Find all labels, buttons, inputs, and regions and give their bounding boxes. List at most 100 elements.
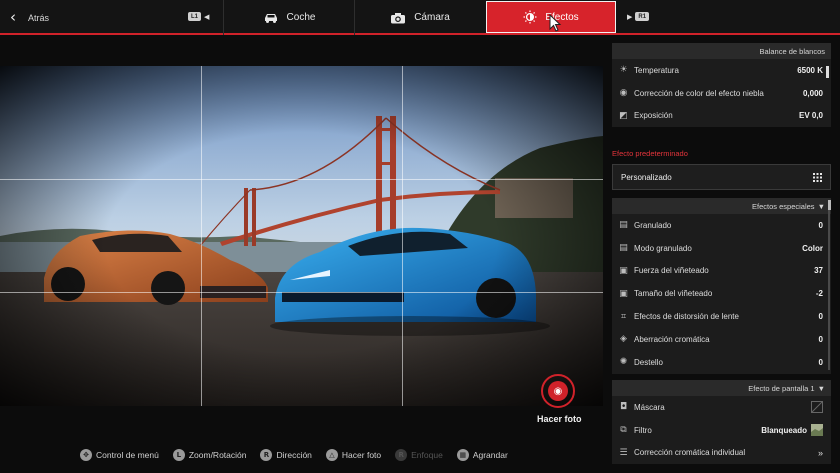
setting-row-chromatic-aberration[interactable]: ◈ Aberración cromática 0 <box>612 328 831 351</box>
back-label: Atrás <box>28 12 50 23</box>
r1-button-icon: R1 <box>635 12 650 21</box>
setting-label: Destello <box>634 357 663 367</box>
setting-row-vignette-strength[interactable]: ▣ Fuerza del viñeteado 37 <box>612 260 831 283</box>
mask-icon: ◘ <box>619 402 628 413</box>
hint-label: Dirección <box>276 450 312 460</box>
tab-label: Cámara <box>414 12 450 23</box>
r1-shortcut[interactable]: ▶ R1 <box>627 12 650 21</box>
shutter-icon: ◉ <box>548 381 568 401</box>
setting-row-color-correction[interactable]: ☰ Corrección cromática individual » <box>612 442 831 465</box>
top-nav-bar: ‹ Atrás L1 ◀ Coche Cámara Efectos ▶ R1 <box>0 0 840 35</box>
setting-value: Blanqueado <box>761 425 807 435</box>
setting-value: EV 0,0 <box>798 111 823 121</box>
tab-coche[interactable]: Coche <box>224 0 354 35</box>
setting-label: Filtro <box>634 425 652 435</box>
filter-thumbnail-icon <box>811 424 823 437</box>
setting-value: 6500 K <box>797 65 823 75</box>
setting-row-filter[interactable]: ⧉ Filtro Blanqueado <box>612 419 831 442</box>
controller-hints: ✥ Control de menú L Zoom/Rotación R Dire… <box>80 449 522 461</box>
setting-row-vignette-size[interactable]: ▣ Tamaño del viñeteado -2 <box>612 282 831 305</box>
flare-icon: ✺ <box>619 357 628 368</box>
vignette-icon: ▣ <box>619 265 628 276</box>
setting-row-flare[interactable]: ✺ Destello 0 <box>612 351 831 374</box>
brightness-icon <box>523 10 537 24</box>
hint-menu-control: ✥ Control de menú <box>80 449 159 461</box>
setting-label: Efectos de distorsión de lente <box>634 312 739 322</box>
back-button[interactable]: ‹ Atrás <box>10 0 49 35</box>
panel-title: Balance de blancos <box>759 46 825 56</box>
setting-row-grain-mode[interactable]: ▤ Modo granulado Color <box>612 237 831 260</box>
setting-label: Exposición <box>634 111 673 121</box>
scene-image <box>0 66 603 406</box>
capture-button[interactable]: ◉ <box>541 374 575 408</box>
l1-shortcut[interactable]: L1 ◀ <box>188 12 209 21</box>
hint-enlarge: ▦ Agrandar <box>456 449 508 461</box>
film-icon: ▤ <box>619 243 628 254</box>
camera-icon <box>391 12 406 23</box>
triangle-left-icon: ◀ <box>204 12 210 21</box>
tab-camara[interactable]: Cámara <box>355 0 485 35</box>
sun-icon: ☀ <box>619 65 628 76</box>
hint-label: Zoom/Rotación <box>188 450 247 460</box>
sliders-icon: ☰ <box>619 447 628 458</box>
setting-row-exposure[interactable]: ◩ Exposición EV 0,0 <box>612 105 831 128</box>
hint-zoom-rotation: L Zoom/Rotación <box>172 449 247 461</box>
setting-label: Granulado <box>634 220 672 230</box>
double-chevron-right-icon: » <box>817 447 823 458</box>
scrollbar[interactable] <box>826 66 829 78</box>
dpad-icon: ✥ <box>80 449 92 461</box>
setting-label: Temperatura <box>634 65 679 75</box>
setting-value: Color <box>802 243 823 253</box>
grid-line <box>0 292 603 293</box>
setting-row-grain[interactable]: ▤ Granulado 0 <box>612 214 831 237</box>
panel-header[interactable]: Efectos especiales ▼ <box>612 198 831 214</box>
setting-label: Corrección de color del efecto niebla <box>634 88 764 98</box>
setting-row-temperature[interactable]: ☀ Temperatura 6500 K <box>612 59 831 82</box>
setting-label: Corrección cromática individual <box>634 448 746 458</box>
photo-preview[interactable] <box>0 66 603 406</box>
tab-label: Coche <box>286 12 316 23</box>
preset-value: Personalizado <box>621 172 672 182</box>
grid-line <box>402 66 403 406</box>
r-button-icon: R <box>395 449 408 461</box>
exposure-icon: ◩ <box>619 110 628 121</box>
setting-row-mask[interactable]: ◘ Máscara <box>612 396 831 419</box>
collapse-arrow-icon: ▼ <box>817 383 825 393</box>
white-balance-panel: Balance de blancos ☀ Temperatura 6500 K … <box>612 43 831 128</box>
setting-label: Aberración cromática <box>634 334 710 344</box>
filter-icon: ⧉ <box>620 425 627 436</box>
grid-line <box>0 179 603 180</box>
grid-line <box>201 66 202 406</box>
hint-label: Enfoque <box>411 450 443 460</box>
panel-title: Efectos especiales <box>752 201 815 211</box>
scrollbar[interactable] <box>828 200 831 370</box>
hint-focus: R Enfoque <box>395 449 443 461</box>
setting-label: Modo granulado <box>634 243 692 253</box>
screen-effect-panel: Efecto de pantalla 1 ▼ ◘ Máscara ⧉ Filtr… <box>612 380 831 465</box>
right-stick-icon: R <box>260 449 273 461</box>
preset-selector[interactable]: Personalizado <box>612 164 831 190</box>
empty-mask-thumbnail-icon <box>811 401 823 414</box>
setting-value: 0,000 <box>802 88 823 98</box>
setting-row-lens-distortion[interactable]: ⌗ Efectos de distorsión de lente 0 <box>612 305 831 328</box>
mouse-cursor-icon <box>549 14 562 32</box>
setting-label: Fuerza del viñeteado <box>634 266 709 276</box>
special-effects-panel: Efectos especiales ▼ ▤ Granulado 0 ▤ Mod… <box>612 198 831 374</box>
triangle-button-icon: △ <box>325 449 338 461</box>
setting-value: 0 <box>818 220 823 230</box>
vignette-icon: ▣ <box>619 288 628 299</box>
left-stick-icon: L <box>172 449 185 461</box>
fog-icon: ◉ <box>619 88 628 99</box>
hint-label: Agrandar <box>472 450 508 460</box>
panel-header[interactable]: Efecto de pantalla 1 ▼ <box>612 380 831 396</box>
setting-row-fog-correction[interactable]: ◉ Corrección de color del efecto niebla … <box>612 82 831 105</box>
hint-label: Hacer foto <box>341 450 382 460</box>
film-icon: ▤ <box>619 220 628 231</box>
hint-take-photo: △ Hacer foto <box>325 449 382 461</box>
hint-direction: R Dirección <box>260 449 312 461</box>
setting-value: 37 <box>814 266 823 276</box>
setting-label: Tamaño del viñeteado <box>634 289 713 299</box>
scrollbar-thumb[interactable] <box>828 200 831 210</box>
chevron-left-icon: ‹ <box>10 8 16 26</box>
distortion-icon: ⌗ <box>620 311 627 322</box>
